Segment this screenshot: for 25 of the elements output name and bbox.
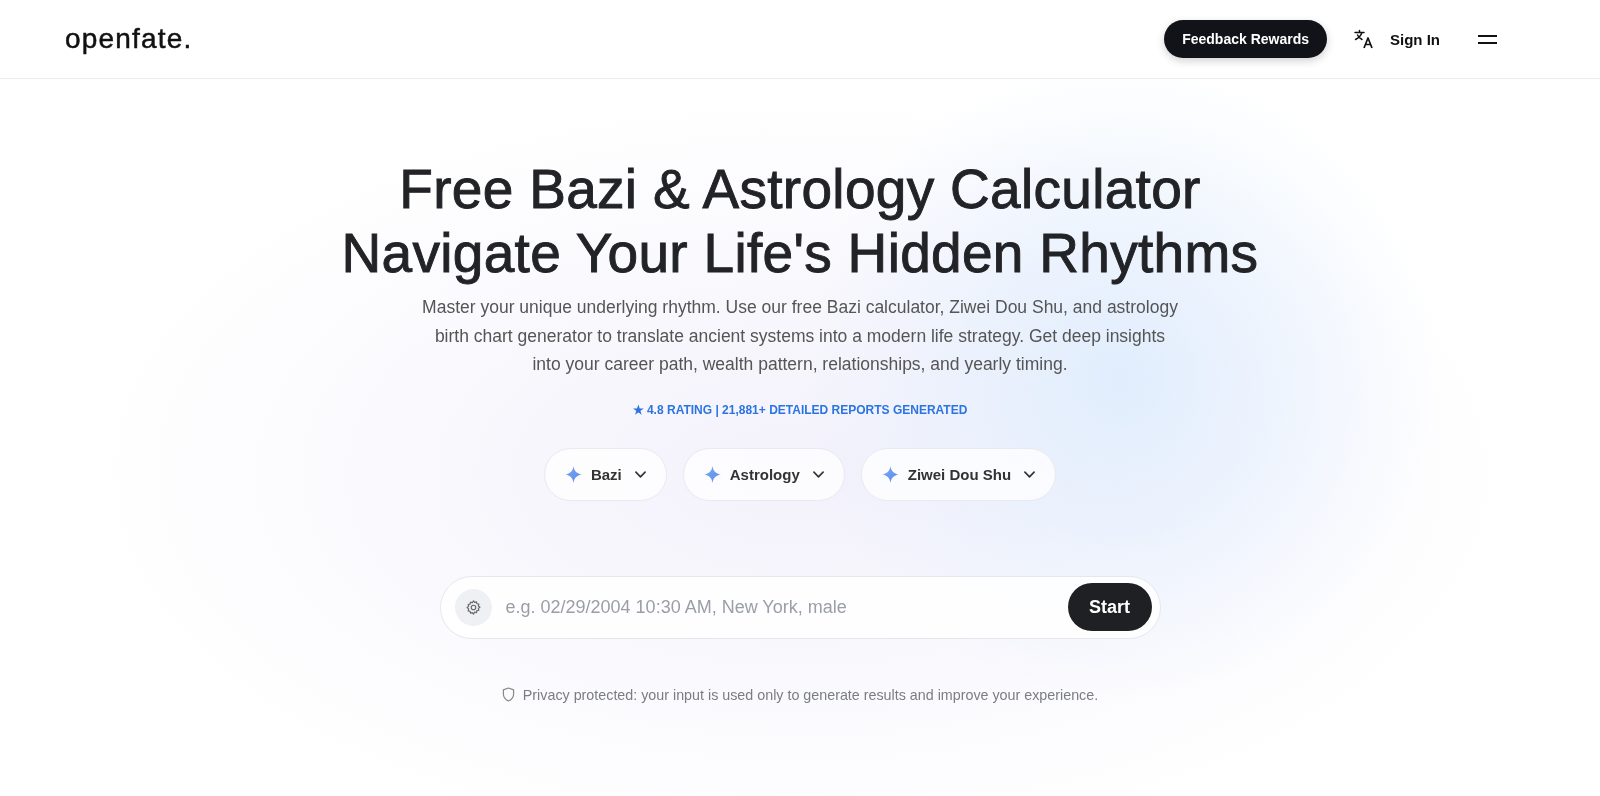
shield-icon <box>501 687 515 702</box>
feedback-rewards-button[interactable]: Feedback Rewards <box>1164 20 1327 58</box>
hero-title: Navigate Your Life's Hidden Rhythms <box>341 221 1259 285</box>
sparkle-icon <box>881 465 899 483</box>
system-dropdown[interactable]: Astrology <box>682 447 845 501</box>
chevron-down-icon <box>634 470 646 478</box>
sparkle-icon <box>564 465 582 483</box>
hero-title: Free Bazi & Astrology Calculator <box>399 157 1201 221</box>
privacy-note: Privacy protected: your input is used only to generate results and improve your experience. <box>522 685 1099 705</box>
chevron-down-icon <box>812 470 824 478</box>
sign-in-link[interactable]: Sign In <box>1390 30 1440 48</box>
settings-icon <box>464 598 482 616</box>
settings-button[interactable] <box>454 588 492 626</box>
system-dropdown[interactable]: Bazi <box>543 447 667 501</box>
sparkle-icon <box>703 465 721 483</box>
start-button[interactable]: Start <box>1067 583 1152 631</box>
search-bar[interactable]: e.g. 02/29/2004 10:30 AM, New York, male Start <box>439 575 1161 639</box>
logo[interactable]: openfate. <box>65 23 193 55</box>
chevron-down-icon <box>1024 470 1036 478</box>
translate-icon[interactable] <box>1354 29 1374 49</box>
system-dropdown[interactable]: Ziwei Dou Shu <box>860 447 1057 501</box>
rating-text: ★ 4.8 RATING | 21,881+ DETAILED REPORTS GENERATED <box>632 401 968 419</box>
hero-description: Master your unique underlying rhythm. Use our free Bazi calculator, Ziwei Dou Shu, and astrology birth chart generator to translate ancient systems into a modern life strategy. Get deep insights into your career path, wealth pattern, relationships, and yearly timing. <box>421 296 1179 376</box>
input-field[interactable]: e.g. 02/29/2004 10:30 AM, New York, male <box>503 591 1056 623</box>
menu-icon[interactable] <box>1478 34 1497 44</box>
